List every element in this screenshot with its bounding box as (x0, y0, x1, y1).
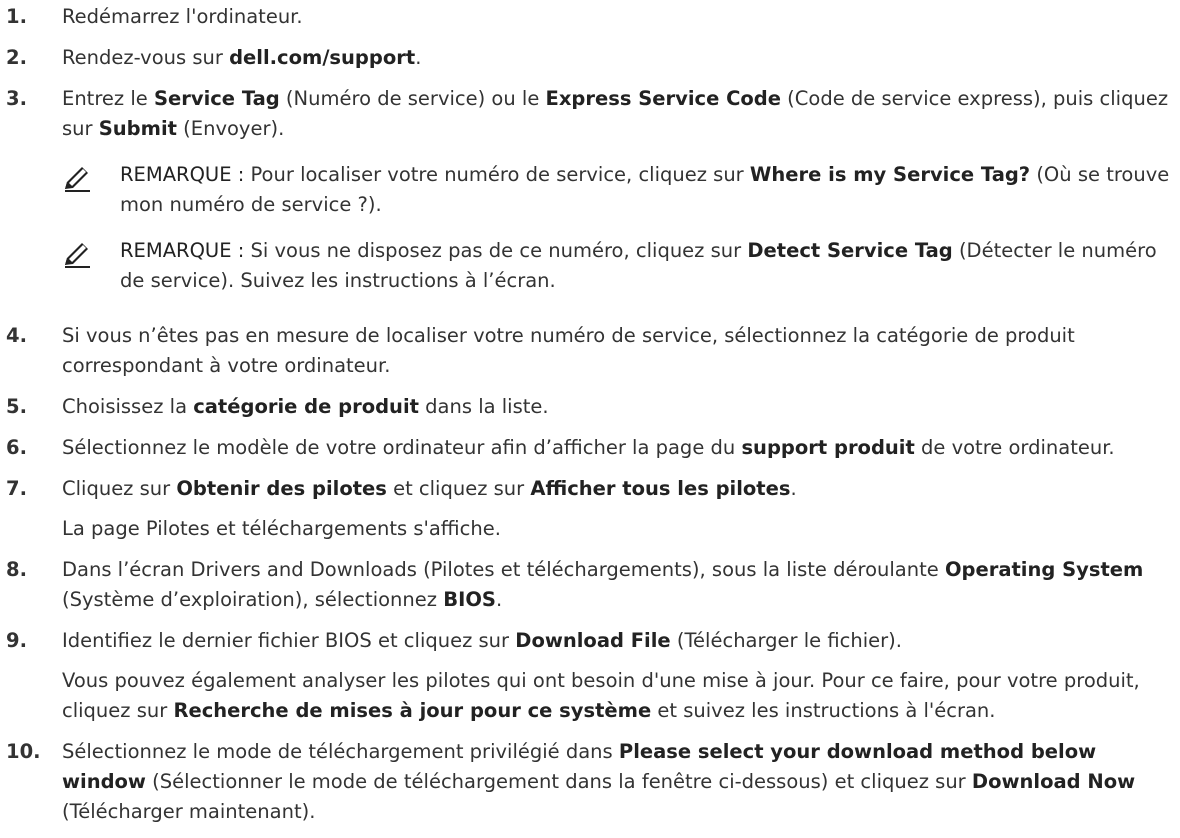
text-run: . (415, 46, 422, 69)
text-run: . (495, 588, 503, 611)
emphasis-text: support produit (741, 436, 915, 459)
emphasis-text: Express Service Code (545, 87, 781, 110)
text-run: Redémarrez l'ordinateur. (62, 5, 303, 28)
text-run: Sélectionnez le modèle de votre ordinate… (62, 436, 742, 459)
emphasis-text: Detect Service Tag (747, 239, 953, 262)
list-item: 2. Rendez-vous sur dell.com/support. (0, 43, 1170, 73)
step-text: Rendez-vous sur dell.com/support. (62, 43, 1170, 73)
list-item: 9. Identifiez le dernier fichier BIOS et … (0, 626, 1170, 726)
text-run: Rendez-vous sur (62, 46, 230, 69)
step-paragraph: Cliquez sur Obtenir des pilotes et cliqu… (62, 474, 1170, 504)
step-paragraph: Sélectionnez le mode de téléchargement p… (62, 737, 1170, 827)
text-run: Identifiez le dernier fichier BIOS et cl… (62, 629, 516, 652)
text-run: (Système d’exploiration), sélectionnez (62, 588, 444, 611)
list-item: 8. Dans l’écran Drivers and Downloads (Pi… (0, 555, 1170, 615)
note-text: REMARQUE : Pour localiser votre numéro d… (120, 160, 1170, 220)
step-number: 2. (6, 46, 27, 69)
text-run: (Télécharger le fichier). (670, 629, 902, 652)
step-text: Sélectionnez le mode de téléchargement p… (62, 737, 1170, 827)
emphasis-text: BIOS (443, 588, 496, 611)
list-item: 6. Sélectionnez le modèle de votre ordina… (0, 433, 1170, 463)
step-followup-paragraph: La page Pilotes et téléchargements s'aff… (62, 514, 1170, 544)
step-number: 4. (6, 324, 27, 347)
step-text: Identifiez le dernier fichier BIOS et cl… (62, 626, 1170, 726)
list-item: 4. Si vous n’êtes pas en mesure de locali… (0, 321, 1170, 381)
emphasis-text: Obtenir des pilotes (176, 477, 387, 500)
step-number: 3. (6, 87, 27, 110)
step-followup-paragraph: Vous pouvez également analyser les pilot… (62, 666, 1170, 726)
step-text: Dans l’écran Drivers and Downloads (Pilo… (62, 555, 1170, 615)
text-run: (Envoyer). (176, 117, 285, 140)
note-label: REMARQUE : (120, 163, 245, 186)
step-number: 7. (6, 477, 27, 500)
instruction-list: 1. Redémarrez l'ordinateur. 2. Rendez-vous … (0, 0, 1180, 827)
emphasis-text: Download Now (971, 770, 1136, 793)
text-run: Entrez le (62, 87, 154, 110)
emphasis-text: Where is my Service Tag? (749, 163, 1031, 186)
text-run: Si vous n’êtes pas en mesure de localise… (62, 324, 1075, 377)
step-number: 1. (6, 5, 27, 28)
step-paragraph: Entrez le Service Tag (Numéro de service… (62, 84, 1170, 144)
step-text: Si vous n’êtes pas en mesure de localise… (62, 321, 1170, 381)
step-paragraph: Redémarrez l'ordinateur. (62, 2, 1170, 32)
list-item: 10. Sélectionnez le mode de téléchargemen… (0, 737, 1170, 827)
emphasis-text: Afficher tous les pilotes (530, 477, 791, 500)
step-paragraph: Sélectionnez le modèle de votre ordinate… (62, 433, 1170, 463)
emphasis-text: catégorie de produit (193, 395, 419, 418)
text-run: Si vous ne disposez pas de ce numéro, cl… (244, 239, 748, 262)
step-text: Sélectionnez le modèle de votre ordinate… (62, 433, 1170, 463)
text-run: et cliquez sur (386, 477, 531, 500)
step-text: Choisissez la catégorie de produit dans … (62, 392, 1170, 422)
note-box: REMARQUE : Pour localiser votre numéro d… (62, 160, 1170, 220)
text-run: et suivez les instructions à l'écran. (651, 699, 996, 722)
emphasis-text: Download File (515, 629, 671, 652)
text-run: Choisissez la (62, 395, 194, 418)
note-box: REMARQUE : Si vous ne disposez pas de ce… (62, 236, 1170, 296)
step-number: 9. (6, 629, 27, 652)
text-run: (Sélectionner le mode de téléchargement … (145, 770, 972, 793)
text-run: La page Pilotes et téléchargements s'aff… (62, 517, 501, 540)
text-run: . (790, 477, 797, 500)
step-text: Redémarrez l'ordinateur. (62, 2, 1170, 32)
text-run: Cliquez sur (62, 477, 177, 500)
step-text: Entrez le Service Tag (Numéro de service… (62, 84, 1170, 310)
step-paragraph: Dans l’écran Drivers and Downloads (Pilo… (62, 555, 1170, 615)
emphasis-text: Submit (98, 117, 177, 140)
pencil-note-icon (62, 160, 120, 192)
text-run: Dans l’écran Drivers and Downloads (Pilo… (62, 558, 945, 581)
step-text: Cliquez sur Obtenir des pilotes et cliqu… (62, 474, 1170, 544)
text-run: de votre ordinateur. (914, 436, 1115, 459)
step-paragraph: Rendez-vous sur dell.com/support. (62, 43, 1170, 73)
text-run: (Télécharger maintenant). (62, 800, 316, 823)
list-item: 3. Entrez le Service Tag (Numéro de servi… (0, 84, 1170, 310)
list-item: 7. Cliquez sur Obtenir des pilotes et cli… (0, 474, 1170, 544)
note-text: REMARQUE : Si vous ne disposez pas de ce… (120, 236, 1170, 296)
emphasis-text: Service Tag (153, 87, 280, 110)
note-label: REMARQUE : (120, 239, 245, 262)
text-run: Pour localiser votre numéro de service, … (244, 163, 750, 186)
emphasis-text: Operating System (944, 558, 1144, 581)
emphasis-text: dell.com/support (229, 46, 416, 69)
emphasis-text: Recherche de mises à jour pour ce systèm… (173, 699, 652, 722)
step-paragraph: Si vous n’êtes pas en mesure de localise… (62, 321, 1170, 381)
text-run: dans la liste. (418, 395, 549, 418)
step-number: 5. (6, 395, 27, 418)
step-paragraph: Choisissez la catégorie de produit dans … (62, 392, 1170, 422)
list-item: 5. Choisissez la catégorie de produit dan… (0, 392, 1170, 422)
list-item: 1. Redémarrez l'ordinateur. (0, 2, 1170, 32)
step-number: 8. (6, 558, 27, 581)
text-run: Sélectionnez le mode de téléchargement p… (62, 740, 619, 763)
pencil-note-icon (62, 236, 120, 268)
text-run: (Numéro de service) ou le (279, 87, 546, 110)
step-paragraph: Identifiez le dernier fichier BIOS et cl… (62, 626, 1170, 656)
step-number: 10. (6, 740, 41, 763)
step-number: 6. (6, 436, 27, 459)
